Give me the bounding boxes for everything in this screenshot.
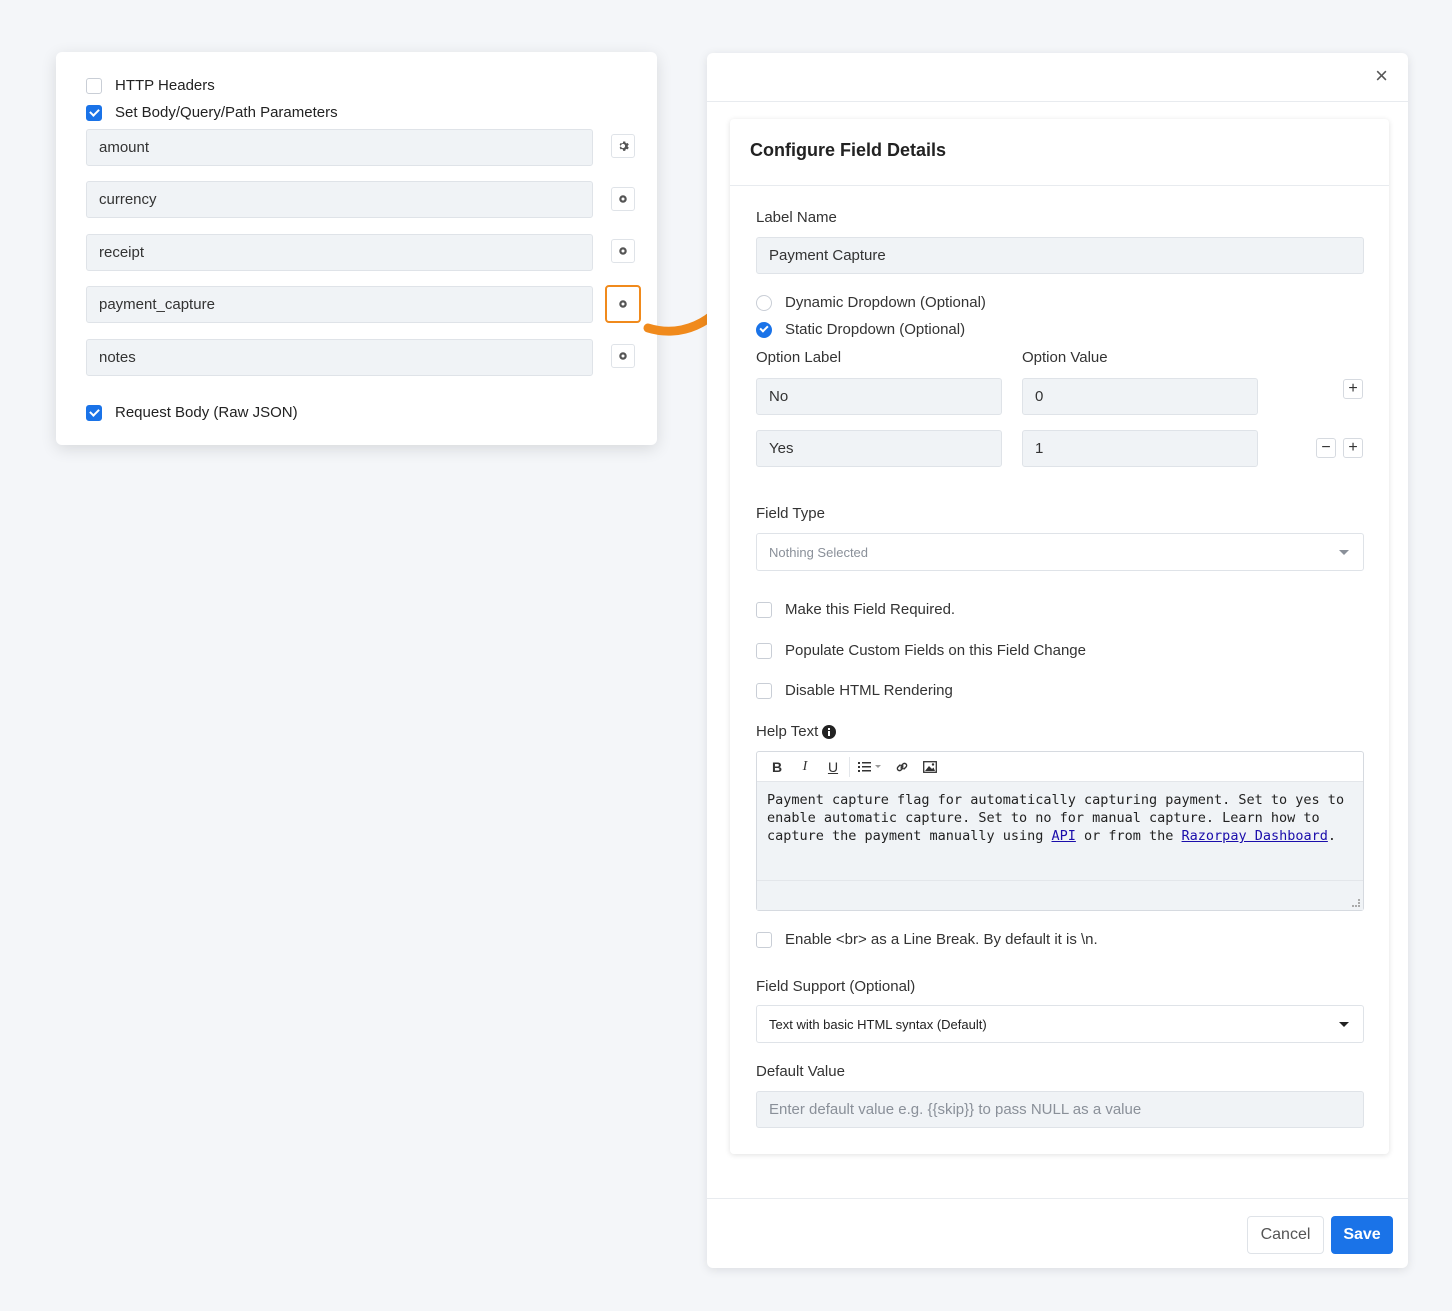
save-button[interactable]: Save: [1331, 1216, 1393, 1254]
field-support-label: Field Support (Optional): [756, 978, 916, 995]
option-label-header: Option Label: [756, 349, 842, 366]
make-required-label: Make this Field Required.: [785, 601, 956, 618]
card-title: Configure Field Details: [750, 140, 947, 160]
disable-html-label: Disable HTML Rendering: [785, 682, 953, 699]
gear-icon: [619, 352, 627, 360]
option-label-input-1[interactable]: No: [756, 378, 1002, 415]
field-type-label: Field Type: [756, 505, 825, 522]
enable-br-option[interactable]: Enable <br> as a Line Break. By default …: [756, 931, 1098, 948]
image-icon[interactable]: [916, 756, 944, 778]
dynamic-dropdown-radio[interactable]: [756, 294, 772, 311]
set-params-option[interactable]: Set Body/Query/Path Parameters: [86, 104, 338, 121]
param-field-payment-capture[interactable]: payment_capture: [86, 286, 593, 323]
disable-html-option[interactable]: Disable HTML Rendering: [756, 682, 953, 699]
gear-icon: [619, 195, 627, 203]
static-dropdown-radio[interactable]: [756, 321, 772, 338]
help-text-part-2: or from the: [1075, 828, 1182, 844]
label-name-label: Label Name: [756, 209, 837, 226]
param-settings-button-notes[interactable]: [611, 344, 635, 368]
http-headers-label: HTTP Headers: [115, 77, 215, 94]
chevron-down-icon: [1339, 1022, 1349, 1027]
label-name-input[interactable]: Payment Capture: [756, 237, 1364, 274]
param-field-currency[interactable]: currency: [86, 181, 593, 218]
request-body-label: Request Body (Raw JSON): [115, 404, 298, 421]
enable-br-checkbox[interactable]: [756, 931, 772, 948]
api-link[interactable]: API: [1051, 828, 1075, 844]
add-option-button[interactable]: +: [1343, 379, 1363, 399]
bold-icon[interactable]: B: [763, 756, 791, 778]
make-required-checkbox[interactable]: [756, 601, 772, 618]
editor-toolbar: B I U: [757, 752, 1363, 782]
field-support-select[interactable]: Text with basic HTML syntax (Default): [756, 1005, 1364, 1043]
gear-icon: [619, 247, 627, 255]
field-details-card: Configure Field Details Label Name Payme…: [730, 119, 1389, 1154]
razorpay-dashboard-link[interactable]: Razorpay Dashboard: [1182, 828, 1328, 844]
underline-icon[interactable]: U: [819, 756, 847, 778]
remove-option-button[interactable]: −: [1316, 438, 1336, 458]
enable-br-label: Enable <br> as a Line Break. By default …: [785, 931, 1098, 948]
http-headers-option[interactable]: HTTP Headers: [86, 77, 215, 94]
add-option-button-2[interactable]: +: [1343, 438, 1363, 458]
info-icon[interactable]: [822, 724, 837, 739]
populate-custom-label: Populate Custom Fields on this Field Cha…: [785, 642, 1086, 659]
link-icon[interactable]: [888, 756, 916, 778]
cancel-button[interactable]: Cancel: [1247, 1216, 1324, 1254]
editor-footer: [757, 880, 1363, 910]
modal-header-divider: [707, 101, 1408, 102]
make-required-option[interactable]: Make this Field Required.: [756, 601, 955, 618]
param-settings-button-currency[interactable]: [611, 187, 635, 211]
field-type-select[interactable]: Nothing Selected: [756, 533, 1364, 571]
static-dropdown-option[interactable]: Static Dropdown (Optional): [756, 321, 965, 338]
populate-custom-option[interactable]: Populate Custom Fields on this Field Cha…: [756, 642, 1086, 659]
param-settings-button-receipt[interactable]: [611, 239, 635, 263]
help-text-label: Help Text: [756, 723, 819, 740]
request-body-checkbox[interactable]: [86, 404, 102, 421]
field-support-value: Text with basic HTML syntax (Default): [769, 1016, 987, 1032]
populate-custom-checkbox[interactable]: [756, 642, 772, 659]
set-params-label: Set Body/Query/Path Parameters: [115, 104, 338, 121]
option-value-input-1[interactable]: 0: [1022, 378, 1258, 415]
gear-icon: [619, 141, 629, 151]
modal-footer-divider: [707, 1198, 1408, 1199]
help-text-heading: Help Text: [756, 723, 837, 740]
option-value-header: Option Value: [1022, 349, 1108, 366]
help-text-editor[interactable]: B I U Payment capture flag for automatic…: [756, 751, 1364, 911]
help-text-part-3: .: [1327, 828, 1336, 844]
chevron-down-icon: [1339, 550, 1349, 555]
dynamic-dropdown-option[interactable]: Dynamic Dropdown (Optional): [756, 294, 986, 311]
card-header-divider: [730, 185, 1389, 186]
request-body-option[interactable]: Request Body (Raw JSON): [86, 404, 298, 421]
default-value-input[interactable]: Enter default value e.g. {{skip}} to pas…: [756, 1091, 1364, 1128]
param-settings-button-amount[interactable]: [611, 134, 635, 158]
gear-icon: [619, 300, 627, 308]
resize-handle[interactable]: [1352, 899, 1360, 907]
parameters-card: HTTP Headers Set Body/Query/Path Paramet…: [56, 52, 657, 445]
default-value-label: Default Value: [756, 1063, 845, 1080]
set-params-checkbox[interactable]: [86, 104, 102, 121]
help-text-content[interactable]: Payment capture flag for automatically c…: [757, 782, 1363, 880]
dynamic-dropdown-label: Dynamic Dropdown (Optional): [785, 294, 986, 311]
italic-icon[interactable]: I: [791, 756, 819, 778]
param-field-receipt[interactable]: receipt: [86, 234, 593, 271]
field-type-value: Nothing Selected: [769, 544, 869, 560]
http-headers-checkbox[interactable]: [86, 77, 102, 94]
static-dropdown-label: Static Dropdown (Optional): [785, 321, 966, 338]
toolbar-separator: [849, 756, 850, 777]
configure-field-modal: × Configure Field Details Label Name Pay…: [707, 53, 1408, 1268]
option-label-input-2[interactable]: Yes: [756, 430, 1002, 467]
close-icon[interactable]: ×: [1375, 63, 1388, 89]
option-value-input-2[interactable]: 1: [1022, 430, 1258, 467]
list-icon[interactable]: [852, 756, 888, 778]
param-field-amount[interactable]: amount: [86, 129, 593, 166]
param-field-notes[interactable]: notes: [86, 339, 593, 376]
disable-html-checkbox[interactable]: [756, 682, 772, 699]
param-settings-button-payment-capture[interactable]: [605, 285, 641, 323]
